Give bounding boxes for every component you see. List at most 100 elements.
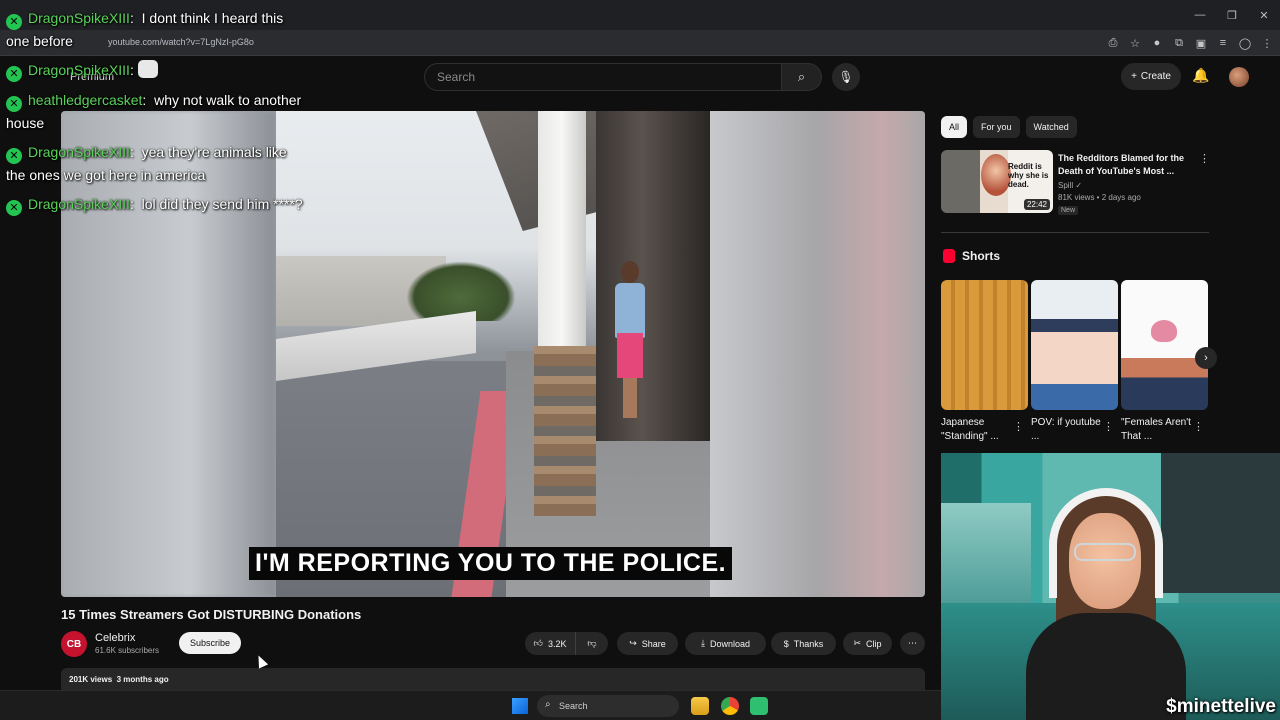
share-button[interactable]: ↪ Share [617,632,678,655]
new-badge: New [1058,206,1079,215]
upload-age: 3 months ago [116,675,169,684]
short-thumbnail-1[interactable] [941,280,1028,410]
chat-message: ✕ DragonSpikeXIII: yea they're animals li… [6,144,287,183]
taskbar-search[interactable]: Search [537,695,679,717]
chat-message: ✕ DragonSpikeXIII: lol did they send him … [6,193,306,216]
short-menu-icon-1[interactable]: ⋮ [1013,420,1024,433]
short-thumbnail-2[interactable] [1031,280,1118,410]
download-label: Download [709,638,750,649]
bookmark-star-icon[interactable]: ☆ [1126,34,1144,52]
chip-for-you[interactable]: For you [973,116,1020,138]
chevron-right-icon: › [1204,352,1208,364]
download-button[interactable]: ⤓ Download [685,632,766,655]
chat-text: lol did they send him ****? [141,196,303,212]
chat-badge-icon: ✕ [6,148,22,164]
voice-search-button[interactable]: 🎙 [832,63,860,91]
taskbar-search-icon: ⌕ [545,699,551,710]
profile-icon[interactable]: ◯ [1236,34,1254,52]
channel-subscribers: 61.6K subscribers [95,646,160,655]
channel-name[interactable]: Celebrix [95,632,135,644]
webcam-overlay: $minettelive [941,453,1280,720]
video-title: 15 Times Streamers Got DISTURBING Donati… [61,607,362,622]
shorts-next-button[interactable]: › [1195,347,1217,369]
scene-pillar [538,111,586,351]
shorts-heading: Shorts [962,249,1001,263]
search-button[interactable]: ⌕ [782,63,822,91]
short-title-2[interactable]: POV: if youtube ... [1031,416,1107,444]
recommended-title[interactable]: The Redditors Blamed for the Death of Yo… [1058,152,1193,178]
chat-username: DragonSpikeXIII [28,196,130,212]
view-count: 201K views [69,675,113,684]
webcam-wall [1161,453,1280,593]
scene-stone-column [534,346,596,516]
address-bar-icons: ⎙ ☆ ● ⧉ ▣ ≡ ◯ ⋮ [1104,34,1276,52]
menu-dots-icon[interactable]: ⋮ [1258,34,1276,52]
chat-message: ✕ heathledgercasket: why not walk to anot… [6,92,302,131]
search-input[interactable]: Search [424,63,782,91]
streamer-body [1026,613,1186,720]
chip-all[interactable]: All [941,116,968,138]
thumbnail-text: Reddit is why she is dead. [1008,162,1049,189]
clip-label: Clip [866,638,882,649]
notifications-bell-icon[interactable]: 🔔 [1192,67,1209,84]
recommended-meta: 81K views • 2 days ago [1058,193,1141,202]
create-button[interactable]: + Create [1121,63,1181,90]
minimize-button[interactable]: — [1184,0,1216,30]
short-menu-icon-2[interactable]: ⋮ [1103,420,1114,433]
short-title-3[interactable]: "Females Aren't That ... [1121,416,1197,444]
video-duration: 22:42 [1023,199,1050,210]
thanks-button[interactable]: $ Thanks [771,632,836,655]
user-avatar[interactable] [1229,67,1249,87]
thanks-label: Thanks [793,638,824,649]
short-menu-icon-3[interactable]: ⋮ [1193,420,1204,433]
chat-badge-icon: ✕ [6,200,22,216]
chat-message: ✕ DragonSpikeXIII: I dont think I heard t… [6,10,284,49]
video-description-box[interactable]: 201K views 3 months ago [61,668,925,690]
verified-icon: ✓ [1075,181,1083,190]
short-title-1[interactable]: Japanese "Standing" ... [941,416,1017,444]
recommended-menu-icon[interactable]: ⋮ [1199,152,1210,165]
mouse-cursor-icon [253,653,269,669]
chip-watched[interactable]: Watched [1025,116,1077,138]
file-explorer-icon[interactable] [691,697,709,715]
thumbs-down-icon: 👎︎ [587,638,597,648]
subscribe-button[interactable]: Subscribe [179,632,241,654]
thumbnail-face [981,154,1011,196]
recommended-thumbnail[interactable]: Reddit is why she is dead. 22:42 [941,150,1053,213]
create-label: Create [1140,71,1171,82]
puzzle-icon[interactable]: ⧉ [1170,34,1188,52]
dislike-button[interactable]: 👎︎ [576,632,608,655]
like-count: 3.2K [547,638,567,649]
channel-avatar[interactable]: CB [61,631,87,657]
windows-taskbar: Search ⌕ [0,690,941,720]
video-blur-right [710,111,925,597]
like-button[interactable]: 👍︎ 3.2K [525,632,576,655]
clip-button[interactable]: ✂ Clip [843,632,892,655]
microphone-icon: 🎙 [838,70,854,84]
person-dress [617,333,643,378]
stream-chat-overlay: ✕ DragonSpikeXIII: I dont think I heard t… [6,7,306,223]
maximize-button[interactable]: ❐ [1216,0,1248,30]
chat-badge-icon: ✕ [6,14,22,30]
chat-username: DragonSpikeXIII [28,62,130,78]
streamer-handle: $minettelive [1166,696,1276,717]
chrome-icon[interactable] [721,697,739,715]
scissors-icon: ✂ [853,638,862,648]
install-icon[interactable]: ⎙ [1104,34,1122,52]
recommended-channel[interactable]: Spill ✓ [1058,181,1082,190]
thanks-icon: $ [783,638,789,649]
sidepanel-icon[interactable]: ▣ [1192,34,1210,52]
share-icon: ↪ [629,638,637,648]
chat-username: heathledgercasket [28,92,143,108]
short-thumbnail-3[interactable] [1121,280,1208,410]
windows-start-icon[interactable] [512,698,528,714]
streaming-app-icon[interactable] [750,697,768,715]
close-button[interactable]: ✕ [1248,0,1280,30]
video-caption: I'M REPORTING YOU TO THE POLICE. [249,547,733,580]
more-dots-icon: ⋯ [908,638,917,648]
uterus-graphic [1151,320,1177,342]
more-actions-button[interactable]: ⋯ [900,632,925,655]
shorts-icon [943,249,955,263]
tab-search-icon[interactable]: ≡ [1214,34,1232,52]
extension-icon[interactable]: ● [1148,34,1166,52]
